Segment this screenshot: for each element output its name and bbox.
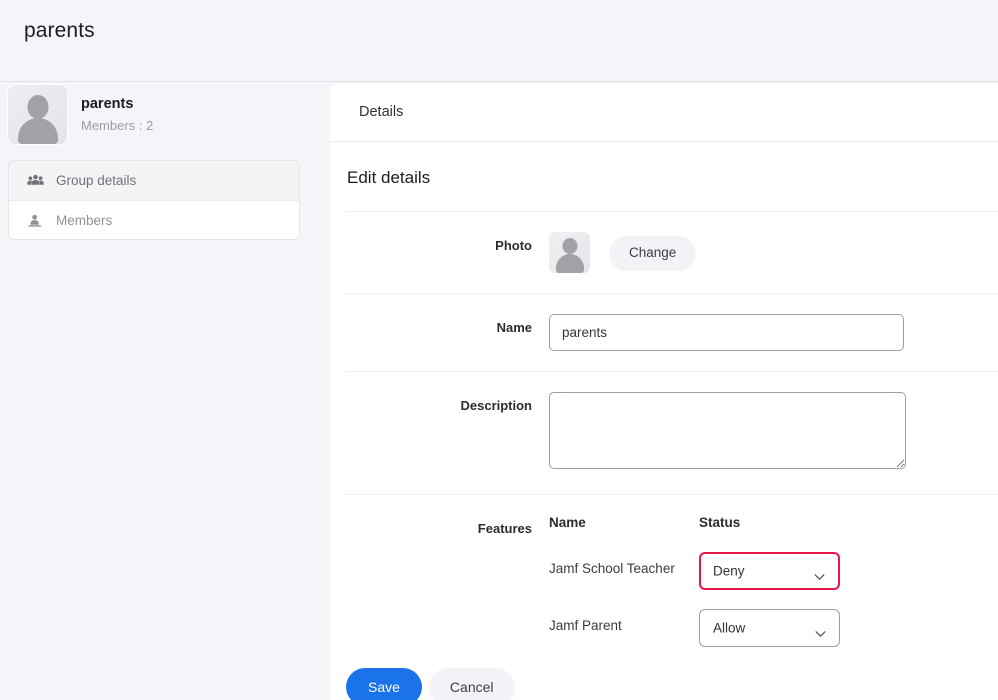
avatar-body-shape [555, 254, 584, 273]
description-field [549, 392, 998, 474]
name-input[interactable] [549, 314, 904, 351]
photo-label: Photo [495, 238, 532, 253]
name-field [549, 314, 998, 351]
avatar-body-shape [17, 118, 58, 144]
table-row: Jamf School Teacher Deny [549, 552, 998, 590]
sidebar: parents Members : 2 Group details Member… [0, 83, 330, 700]
form-row-features: Features Name Status Jamf School Teacher… [346, 494, 998, 686]
feature-name: Jamf Parent [549, 618, 622, 633]
sidebar-item-label: Group details [56, 173, 137, 188]
sidebar-item-label: Members [56, 212, 113, 228]
save-button[interactable]: Save [346, 668, 422, 700]
form-rows: Photo Change Name parents Description Fe… [330, 211, 998, 686]
avatar-head-shape [562, 238, 577, 254]
features-label: Features [477, 521, 532, 536]
table-row: Jamf Parent Allow [549, 609, 998, 647]
form-row-name: Name [346, 293, 998, 371]
cancel-button[interactable]: Cancel [429, 668, 514, 700]
sidebar-nav: Group details Members [8, 160, 300, 240]
sidebar-item-group-details[interactable]: Group details [9, 161, 299, 200]
photo-field: Change [549, 232, 998, 273]
section-title: Edit details [347, 168, 431, 187]
features-table: Name Status Jamf School Teacher Deny Jam… [549, 515, 998, 647]
column-header-status: Status [699, 515, 741, 530]
panel-header: Details [330, 83, 998, 142]
users-group-icon [27, 173, 44, 188]
form-row-photo: Photo Change [346, 211, 998, 293]
form-row-description: Description [346, 371, 998, 494]
group-summary-card: parents Members : 2 [8, 85, 153, 144]
features-table-header: Name Status [549, 515, 998, 530]
chevron-down-icon [815, 625, 826, 637]
change-photo-button[interactable]: Change [610, 236, 696, 269]
avatar-head-shape [27, 95, 48, 119]
column-header-name: Name [549, 515, 586, 530]
description-textarea[interactable] [549, 392, 906, 469]
status-select-jamf-parent[interactable]: Allow [699, 609, 840, 647]
group-members-count: Members : 2 [81, 118, 154, 133]
status-select-value: Deny [713, 563, 745, 579]
feature-name: Jamf School Teacher [549, 561, 675, 576]
name-label: Name [496, 320, 532, 335]
user-person-icon [27, 213, 44, 228]
description-label: Description [460, 398, 532, 413]
user-silhouette-icon [549, 232, 590, 273]
top-header: parents [0, 0, 998, 82]
status-select-jamf-school-teacher[interactable]: Deny [699, 552, 840, 590]
features-field: Name Status Jamf School Teacher Deny Jam… [549, 515, 998, 666]
tab-details[interactable]: Details [359, 104, 403, 120]
page-title: parents [24, 19, 95, 42]
user-silhouette-icon [8, 85, 67, 144]
chevron-down-icon [814, 568, 825, 580]
sidebar-item-members[interactable]: Members [9, 200, 299, 239]
group-name: parents [81, 96, 134, 112]
status-select-value: Allow [713, 620, 746, 636]
details-panel: Details Edit details Photo Change Name p… [330, 83, 998, 700]
group-summary-text: parents Members : 2 [81, 96, 153, 133]
footer-actions: Save Cancel [346, 668, 514, 700]
app-root: parents parents Members : 2 Group detail… [0, 0, 998, 700]
